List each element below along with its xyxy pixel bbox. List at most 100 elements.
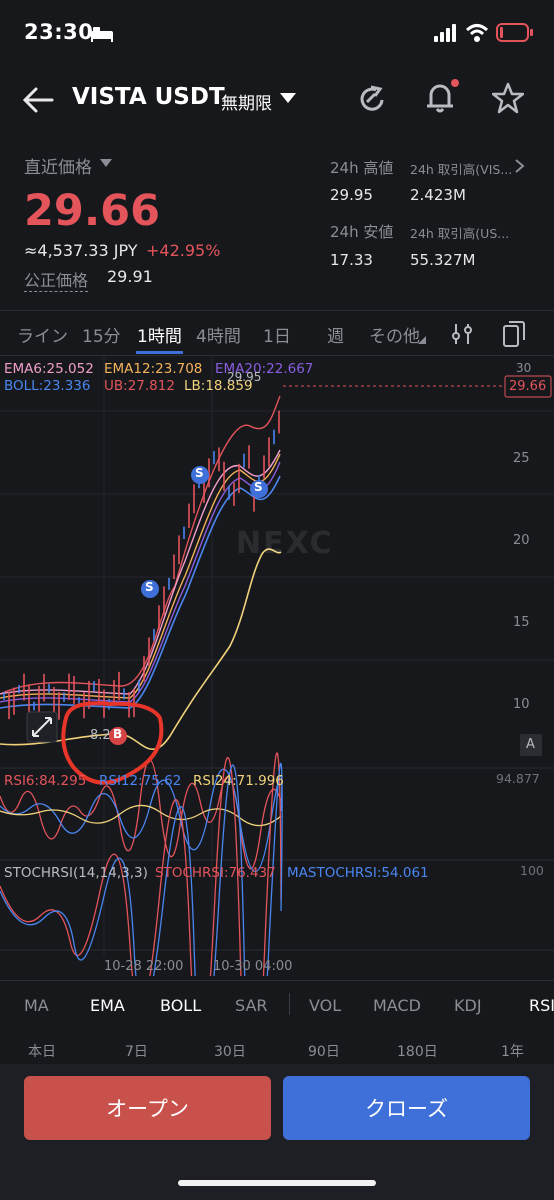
candle <box>263 455 265 479</box>
candle <box>223 461 225 491</box>
bed-icon <box>91 27 113 42</box>
y-tick: 15 <box>513 615 530 630</box>
indicator-ma[interactable]: MA <box>24 996 49 1015</box>
rsi6-label: RSI6:84.295 <box>4 773 87 789</box>
indicator-kdj[interactable]: KDJ <box>454 996 482 1015</box>
range-90d[interactable]: 90日 <box>308 1041 340 1061</box>
candle <box>63 692 65 702</box>
candle <box>68 673 70 700</box>
stochrsi-value: STOCHRSI:76.437 <box>155 865 276 881</box>
caret-down-icon[interactable] <box>99 158 113 168</box>
tab-4h[interactable]: 4時間 <box>196 322 241 347</box>
candle <box>38 685 40 713</box>
last-price-label[interactable]: 直近価格 <box>24 153 92 178</box>
price-chart[interactable] <box>0 356 554 976</box>
signal-icon <box>434 24 456 42</box>
candle <box>153 628 155 641</box>
volume-base-label: 24h 取引高(VIS... <box>410 162 513 177</box>
indicator-vol[interactable]: VOL <box>309 996 341 1015</box>
candle <box>193 484 195 514</box>
candle <box>178 535 180 565</box>
boll-label: BOLL:23.336 <box>4 378 91 394</box>
candle <box>93 681 95 692</box>
high-label: 24h 高値 <box>330 159 394 177</box>
auto-scale-label[interactable]: A <box>526 737 535 752</box>
y-tick: 20 <box>513 533 530 548</box>
range-180d[interactable]: 180日 <box>397 1041 438 1061</box>
candle <box>53 686 55 714</box>
bell-icon[interactable] <box>423 78 459 116</box>
wifi-icon <box>465 24 489 42</box>
tab-15m[interactable]: 15分 <box>82 322 121 347</box>
divider <box>0 980 554 981</box>
open-position-button[interactable]: オープン <box>24 1076 271 1140</box>
candle <box>273 429 275 445</box>
stochrsi-max: 100 <box>520 863 544 878</box>
fair-price-label[interactable]: 公正価格 <box>24 267 89 292</box>
candle <box>188 503 190 528</box>
candle <box>3 692 5 700</box>
candle <box>173 554 175 580</box>
candle <box>213 451 215 465</box>
high-marker-label: 29.95 <box>227 370 262 384</box>
candle <box>73 676 75 704</box>
candle <box>98 678 100 705</box>
copy-layout-icon[interactable] <box>502 320 526 348</box>
dropdown-corner-icon <box>418 336 426 344</box>
symbol-title[interactable]: VISTA USDT <box>72 84 225 110</box>
candle <box>23 673 25 701</box>
status-time: 23:30 <box>24 20 94 44</box>
watermark-logo: NEXC <box>236 526 334 561</box>
fair-price: 29.91 <box>107 267 153 286</box>
stochrsi-params: STOCHRSI(14,14,3,3) <box>4 865 148 881</box>
candle <box>228 486 230 500</box>
last-price: 29.66 <box>24 186 161 236</box>
candle <box>48 683 50 693</box>
home-indicator <box>178 1180 376 1186</box>
candle <box>8 692 10 720</box>
indicator-settings-icon[interactable] <box>450 322 474 346</box>
volume-quote-label: 24h 取引高(US... <box>410 226 510 241</box>
contract-type[interactable]: 無期限 <box>221 89 272 114</box>
indicator-ema[interactable]: EMA <box>90 996 125 1015</box>
indicator-sar[interactable]: SAR <box>235 996 268 1015</box>
candle <box>243 453 245 468</box>
signal-s-text: S <box>195 466 204 480</box>
range-7d[interactable]: 7日 <box>125 1041 148 1061</box>
candle <box>218 447 220 472</box>
indicator-macd[interactable]: MACD <box>373 996 421 1015</box>
candle <box>118 671 120 701</box>
caret-down-icon[interactable] <box>279 92 297 104</box>
range-30d[interactable]: 30日 <box>214 1041 246 1061</box>
separator <box>289 993 290 1015</box>
back-arrow-icon[interactable] <box>22 84 54 116</box>
tab-week[interactable]: 週 <box>327 322 344 347</box>
candle <box>238 463 240 494</box>
tab-1d[interactable]: 1日 <box>263 322 291 347</box>
x-axis-label: 10-30 04:00 <box>213 959 293 974</box>
x-axis-label: 10-28 22:00 <box>104 959 184 974</box>
signal-s-text: S <box>254 480 263 494</box>
indicator-boll[interactable]: BOLL <box>160 996 201 1015</box>
rsi-max: 94.877 <box>496 771 540 786</box>
candle <box>13 687 15 715</box>
tab-line[interactable]: ライン <box>17 322 68 347</box>
candle <box>113 680 115 706</box>
range-today[interactable]: 本日 <box>28 1041 56 1061</box>
refresh-icon[interactable] <box>356 83 388 115</box>
close-position-button[interactable]: クローズ <box>283 1076 530 1140</box>
battery-icon <box>496 23 533 42</box>
candle <box>168 577 170 590</box>
tab-1h[interactable]: 1時間 <box>137 322 182 347</box>
chevron-right-icon[interactable] <box>514 158 526 174</box>
y-tick: 10 <box>513 697 530 712</box>
tab-more[interactable]: その他 <box>369 322 420 347</box>
star-icon[interactable] <box>492 82 524 114</box>
range-1y[interactable]: 1年 <box>501 1041 524 1061</box>
indicator-rsi[interactable]: RSI <box>529 996 554 1015</box>
ema6-label: EMA6:25.052 <box>4 361 94 377</box>
candle <box>58 692 60 720</box>
candle <box>163 586 165 616</box>
candle <box>33 701 35 711</box>
low-label: 24h 安値 <box>330 223 394 241</box>
